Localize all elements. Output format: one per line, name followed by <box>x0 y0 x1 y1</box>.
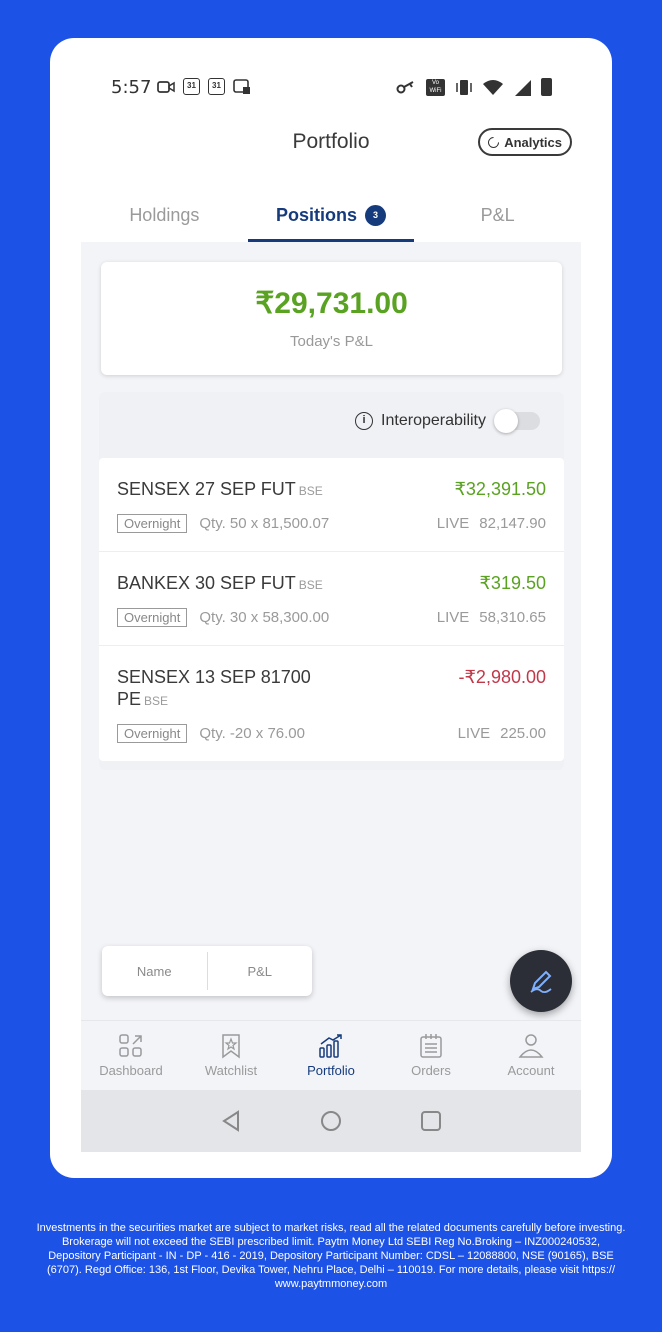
tab-holdings[interactable]: Holdings <box>81 188 248 242</box>
instrument-name: BANKEX 30 SEP FUT <box>117 573 296 593</box>
exchange-label: BSE <box>144 694 169 708</box>
todays-pnl-label: Today's P&L <box>290 333 373 350</box>
exchange-label: BSE <box>298 484 323 498</box>
nav-watchlist[interactable]: Watchlist <box>181 1021 281 1090</box>
nav-portfolio[interactable]: Portfolio <box>281 1021 381 1090</box>
instrument-name: SENSEX 27 SEP FUT <box>117 479 296 499</box>
nav-label: Account <box>507 1063 555 1078</box>
position-pnl: -₹2,980.00 <box>458 667 546 687</box>
video-icon <box>157 81 175 93</box>
nav-label: Watchlist <box>204 1063 258 1078</box>
ltp-label: LIVE <box>457 725 491 742</box>
regulatory-disclaimer: Investments in the securities market are… <box>36 1222 626 1290</box>
vowifi-text: Vo WiFi <box>429 79 442 94</box>
portfolio-icon <box>319 1034 342 1058</box>
sort-by-pnl-button[interactable]: P&L <box>208 946 313 996</box>
sort-by-name-button[interactable]: Name <box>102 946 207 996</box>
home-icon[interactable] <box>320 1110 342 1132</box>
vibrate-icon <box>456 79 472 95</box>
analytics-label: Analytics <box>504 134 562 150</box>
status-left-icons: 31 31 <box>157 78 251 95</box>
signal-icon <box>515 80 531 96</box>
ltp-value: 82,147.90 <box>479 515 546 532</box>
nav-dashboard[interactable]: Dashboard <box>81 1021 181 1090</box>
tab-positions[interactable]: Positions 3 <box>247 188 415 242</box>
recents-icon[interactable] <box>420 1110 442 1132</box>
key-icon <box>396 81 414 94</box>
watchlist-icon <box>222 1034 240 1059</box>
nav-label: Portfolio <box>307 1063 355 1078</box>
status-right-icons: Vo WiFi <box>396 78 552 96</box>
status-time: 5:57 <box>111 77 152 98</box>
pie-chart-icon <box>485 134 502 150</box>
quantity-text: Qty. 50 x 81,500.07 <box>199 515 330 532</box>
status-bar: 5:57 31 31 Vo WiFi <box>50 38 612 134</box>
sort-bar: Name P&L <box>102 946 312 996</box>
vowifi-icon: Vo WiFi <box>426 78 445 96</box>
portfolio-tabs: Holdings Positions 3 P&L <box>81 188 581 242</box>
positions-list-container: i Interoperability SENSEX 27 SEP FUT BSE … <box>99 392 564 770</box>
quantity-text: Qty. 30 x 58,300.00 <box>199 609 330 626</box>
calendar-icon: 31 <box>208 78 225 95</box>
ltp-label: LIVE <box>436 515 470 532</box>
position-row-sensex-fut[interactable]: SENSEX 27 SEP FUT BSE ₹32,391.50 Overnigh… <box>99 458 564 552</box>
tab-label: Positions <box>276 204 358 225</box>
edit-fab-button[interactable] <box>510 950 572 1012</box>
todays-pnl-card: ₹29,731.00 Today's P&L <box>101 262 562 375</box>
analytics-button[interactable]: Analytics <box>478 128 572 156</box>
id-card-icon <box>233 79 250 94</box>
position-row-sensex-pe[interactable]: SENSEX 13 SEP 81700 PE BSE -₹2,980.00 Ove… <box>99 646 564 761</box>
positions-count-badge: 3 <box>365 204 387 226</box>
ltp-value: 225.00 <box>500 725 546 742</box>
ltp-label: LIVE <box>436 609 470 626</box>
positions-list: SENSEX 27 SEP FUT BSE ₹32,391.50 Overnigh… <box>99 458 564 761</box>
product-tag: Overnight <box>117 724 188 743</box>
todays-pnl-value: ₹29,731.00 <box>255 287 408 320</box>
quantity-text: Qty. -20 x 76.00 <box>199 725 305 742</box>
bottom-nav: Dashboard Watchlist Portfolio Orders Acc… <box>81 1020 581 1090</box>
tab-label: Holdings <box>129 204 200 225</box>
ltp-value: 58,310.65 <box>479 609 546 626</box>
exchange-label: BSE <box>298 578 323 592</box>
position-pnl: ₹319.50 <box>479 573 546 593</box>
wifi-icon <box>483 80 503 95</box>
tab-pnl[interactable]: P&L <box>414 188 581 242</box>
nav-account[interactable]: Account <box>481 1021 581 1090</box>
position-row-bankex-fut[interactable]: BANKEX 30 SEP FUT BSE ₹319.50 Overnight Q… <box>99 552 564 646</box>
system-nav-bar <box>81 1090 581 1152</box>
nav-orders[interactable]: Orders <box>381 1021 481 1090</box>
battery-icon <box>541 78 552 96</box>
dashboard-icon <box>119 1034 142 1057</box>
orders-icon <box>420 1034 442 1058</box>
info-icon[interactable]: i <box>355 412 374 430</box>
product-tag: Overnight <box>117 514 188 533</box>
position-pnl: ₹32,391.50 <box>454 479 546 499</box>
tab-label: P&L <box>480 204 515 225</box>
nav-label: Orders <box>411 1063 451 1078</box>
interoperability-label: Interoperability <box>381 412 486 429</box>
nav-label: Dashboard <box>99 1063 163 1078</box>
positions-content: ₹29,731.00 Today's P&L i Interoperabilit… <box>81 242 581 1022</box>
phone-frame: 5:57 31 31 Vo WiFi Portfolio Analytics H… <box>50 38 612 1178</box>
edit-pencil-icon <box>530 970 552 994</box>
interoperability-row: i Interoperability <box>355 409 540 433</box>
product-tag: Overnight <box>117 608 188 627</box>
account-icon <box>518 1034 544 1058</box>
calendar-icon: 31 <box>183 78 200 95</box>
interoperability-toggle[interactable] <box>494 409 540 433</box>
back-icon[interactable] <box>220 1110 242 1132</box>
